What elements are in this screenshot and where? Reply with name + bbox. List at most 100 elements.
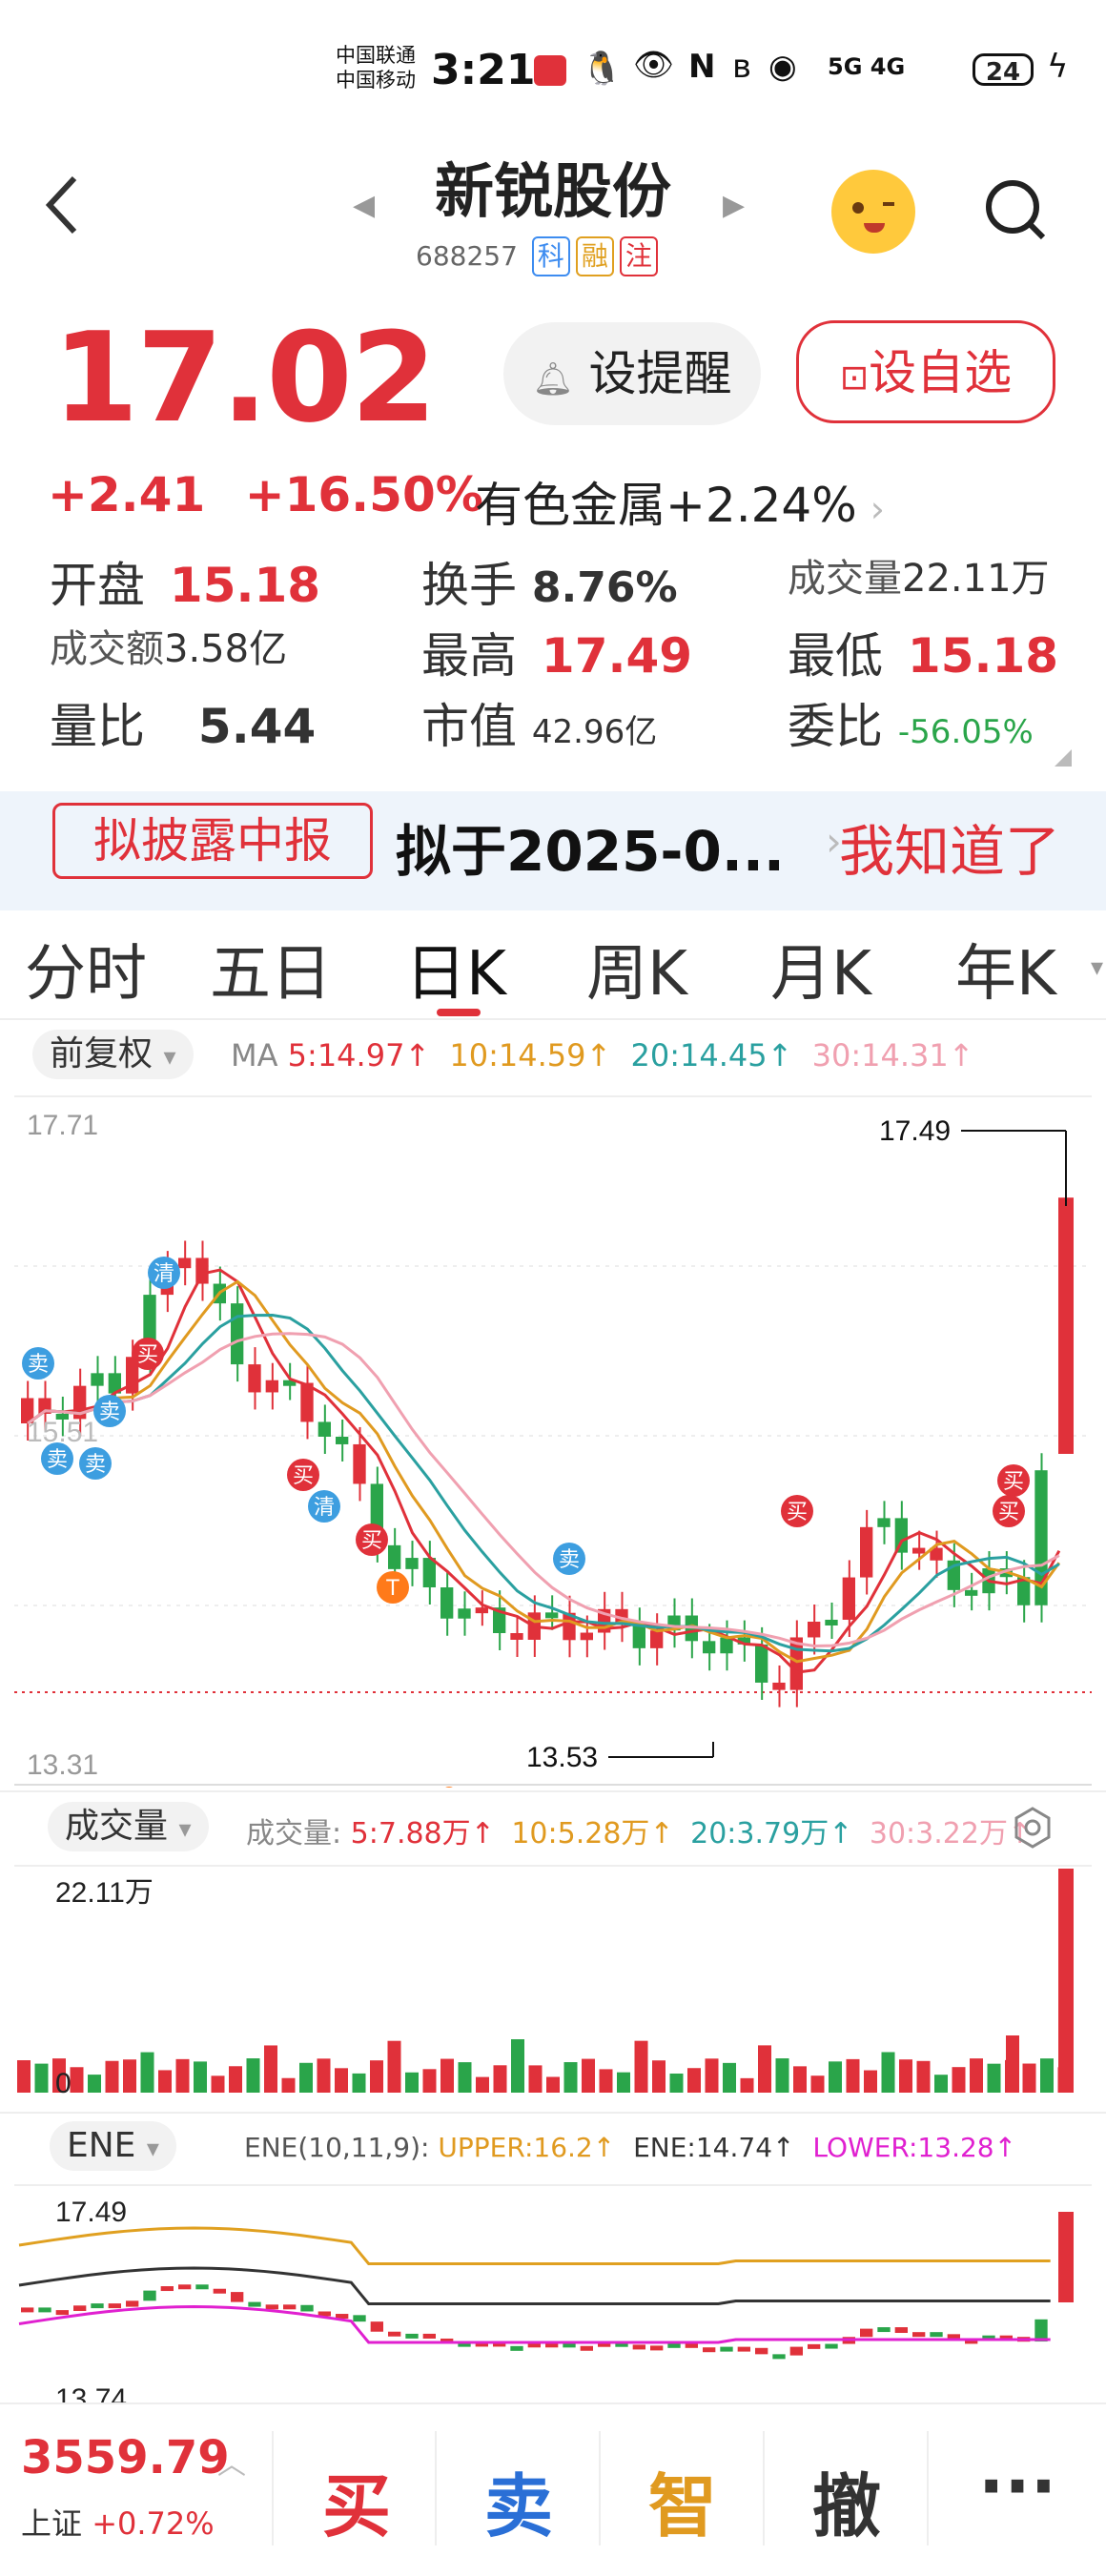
volume-bar <box>335 2068 348 2093</box>
qq-icon: 🐧 <box>582 50 623 88</box>
trade-marker-label: 卖 <box>47 1448 68 1472</box>
tab-five-day[interactable]: 五日 <box>210 925 332 1012</box>
ene-candle <box>55 2310 69 2316</box>
volume-stat: 成交量22.11万 <box>788 557 1050 601</box>
low-marker-label: 13.53 <box>526 1742 598 1773</box>
y-axis-bottom: 13.31 <box>27 1749 98 1781</box>
volume-bar <box>634 2040 648 2093</box>
ene-bottom-label: 13.74 <box>55 2383 127 2402</box>
candle-body <box>405 1558 419 1569</box>
ene-candle <box>108 2303 121 2309</box>
clock: 3:21 <box>431 46 536 94</box>
ene-candle <box>353 2315 366 2322</box>
ene-indicator-select[interactable]: ENE ▾ <box>50 2121 176 2171</box>
ma-lines <box>27 1268 1061 1674</box>
price-change-pct: +16.50% <box>244 467 483 522</box>
volume-chart[interactable]: 22.11万 0 <box>0 1864 1106 2107</box>
volume-bar <box>881 2052 895 2093</box>
more-button[interactable]: ··· <box>978 2446 1056 2526</box>
volume-bar <box>299 2062 313 2093</box>
candle-body <box>772 1682 786 1690</box>
next-stock-icon[interactable]: ▶ <box>723 189 745 222</box>
candle-body-latest <box>1058 1197 1074 1454</box>
ene-candle-latest <box>1058 2212 1074 2302</box>
candle-body <box>580 1632 593 1641</box>
volume-bar <box>264 2045 277 2093</box>
index-value[interactable]: 3559.79 <box>21 2431 230 2484</box>
stock-code-row: 688257 科融注 <box>416 236 658 276</box>
candle-body <box>231 1303 244 1365</box>
volume-bar <box>669 2073 684 2093</box>
buy-button[interactable]: 买 <box>322 2450 391 2550</box>
volume-max-label: 22.11万 <box>55 1877 154 1909</box>
candle-body <box>458 1608 471 1619</box>
smart-button[interactable]: 智 <box>648 2450 717 2550</box>
notice-text[interactable]: 拟于2025-0... <box>396 807 785 887</box>
ene-candle <box>195 2284 209 2290</box>
search-icon <box>986 180 1046 240</box>
volume-bar <box>229 2066 242 2093</box>
ene-chart[interactable]: 17.49 13.74 <box>0 2183 1106 2402</box>
ene-candle <box>300 2304 314 2312</box>
dismiss-notice-button[interactable]: 我知道了 <box>839 807 1060 887</box>
candle-body <box>440 1587 454 1619</box>
ene-candle <box>737 2346 750 2352</box>
ene-candle <box>38 2307 51 2313</box>
volume-indicator-select[interactable]: 成交量 ▾ <box>48 1802 209 1851</box>
set-alert-button[interactable]: 🔔︎ 设提醒 <box>503 322 761 425</box>
market-cap-stat: 市值 42.96亿 <box>421 699 658 754</box>
back-button[interactable] <box>38 167 105 253</box>
back-icon <box>45 175 77 235</box>
app-notification-icon <box>534 55 566 86</box>
ma-line <box>27 1314 1060 1653</box>
divider <box>0 1790 1106 1792</box>
volume-bar <box>476 2076 489 2093</box>
volume-bar <box>387 2040 401 2093</box>
ene-candle <box>160 2286 174 2292</box>
cancel-order-button[interactable]: 撤 <box>812 2450 881 2550</box>
candle-body <box>510 1632 523 1640</box>
settings-button[interactable] <box>1011 1806 1055 1853</box>
ene-candles <box>21 2212 1074 2360</box>
tab-intraday[interactable]: 分时 <box>25 925 147 1012</box>
kline-svg: 卖清买卖卖卖买清买T卖买买买 17.71 15.51 13.31 17.49 1… <box>14 1095 1092 1802</box>
volume-bar <box>246 2058 260 2093</box>
add-watchlist-button[interactable]: ⊡设自选 <box>796 320 1055 423</box>
ene-candle <box>265 2304 278 2310</box>
adjust-select[interactable]: 前复权 ▾ <box>32 1030 194 1079</box>
sector-label: 有色金属+2.24% <box>475 478 857 533</box>
candle-body <box>703 1641 716 1654</box>
tab-weekly-k[interactable]: 周K <box>586 925 687 1012</box>
mascot-icon[interactable] <box>831 170 915 254</box>
charging-icon: ϟ <box>1047 48 1069 86</box>
expand-corner-icon[interactable] <box>1055 749 1072 767</box>
search-button[interactable] <box>982 176 1049 247</box>
stock-title: 新锐股份 <box>434 156 671 226</box>
candle-body <box>632 1625 645 1648</box>
ene-candle <box>231 2292 244 2302</box>
sector-link[interactable]: 有色金属+2.24% › <box>475 467 885 536</box>
trade-marker-label: 清 <box>154 1262 174 1286</box>
tag-star-market: 科 <box>531 236 570 276</box>
chevron-down-icon[interactable]: ▾ <box>1091 953 1103 982</box>
ene-candle <box>877 2327 891 2333</box>
tab-monthly-k[interactable]: 月K <box>770 925 871 1012</box>
sell-button[interactable]: 卖 <box>484 2450 553 2550</box>
ene-candle <box>667 2342 681 2348</box>
trade-marker-label: 买 <box>787 1501 808 1524</box>
volume-bar <box>405 2072 419 2093</box>
volume-bar <box>88 2075 101 2093</box>
volume-bar <box>1006 2035 1019 2093</box>
trade-marker-label: 卖 <box>28 1353 49 1377</box>
divider <box>0 2112 1106 2114</box>
candle-body <box>265 1380 278 1393</box>
tab-daily-k[interactable]: 日K <box>405 925 506 1012</box>
tab-yearly-k[interactable]: 年K <box>955 925 1056 1012</box>
volume-bar <box>934 2075 948 2093</box>
ene-candle <box>894 2327 908 2334</box>
chevron-up-icon[interactable]: ︿ <box>217 2441 246 2483</box>
ene-candle <box>650 2345 664 2351</box>
chevron-right-icon: › <box>870 488 885 530</box>
kline-chart[interactable]: 卖清买卖卖卖买清买T卖买买买 17.71 15.51 13.31 17.49 1… <box>0 1092 1106 1802</box>
volume-bar <box>194 2061 207 2093</box>
